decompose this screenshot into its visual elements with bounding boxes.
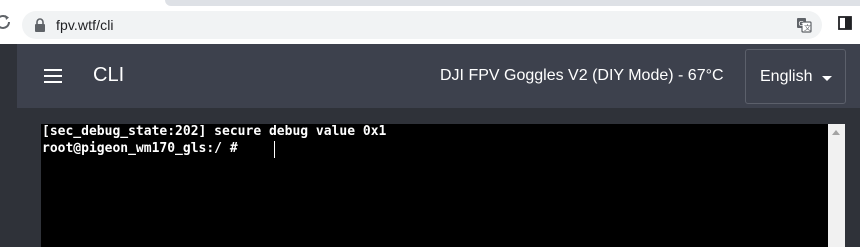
- cli-terminal[interactable]: [sec_debug_state:202] secure debug value…: [41, 124, 828, 247]
- address-bar[interactable]: fpv.wtf/cli G 文: [22, 11, 822, 39]
- terminal-scrollbar[interactable]: [828, 124, 845, 247]
- page-title: CLI: [93, 64, 125, 86]
- svg-text:文: 文: [804, 23, 811, 32]
- chevron-down-icon[interactable]: [822, 76, 832, 81]
- terminal-prompt[interactable]: root@pigeon_wm170_gls:/ #: [42, 141, 246, 156]
- tab-strip: [165, 0, 860, 6]
- language-select[interactable]: English: [745, 49, 846, 104]
- reload-icon[interactable]: [0, 13, 12, 31]
- side-panel-icon[interactable]: [838, 16, 852, 30]
- terminal-cursor: [274, 141, 275, 158]
- translate-icon[interactable]: G 文: [796, 17, 812, 33]
- menu-icon[interactable]: [44, 69, 62, 83]
- url-text[interactable]: fpv.wtf/cli: [56, 17, 114, 33]
- lock-icon[interactable]: [34, 18, 46, 32]
- app-container: CLI DJI FPV Goggles V2 (DIY Mode) - 67°C…: [0, 44, 860, 247]
- browser-toolbar: fpv.wtf/cli G 文: [0, 0, 860, 44]
- terminal-line: [sec_debug_state:202] secure debug value…: [42, 124, 387, 139]
- language-label[interactable]: English: [760, 68, 812, 86]
- top-navbar: CLI DJI FPV Goggles V2 (DIY Mode) - 67°C…: [17, 44, 860, 108]
- scroll-up-icon[interactable]: [832, 130, 840, 135]
- device-status: DJI FPV Goggles V2 (DIY Mode) - 67°C: [440, 67, 724, 84]
